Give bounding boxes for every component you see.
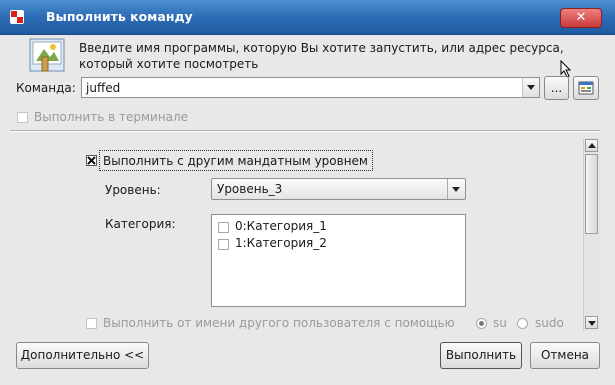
level-label: Уровень: (105, 183, 161, 197)
more-button[interactable]: Дополнительно << (16, 342, 149, 369)
sudo-radio[interactable] (517, 318, 528, 329)
category-label: Категория: (105, 217, 176, 231)
divider (10, 130, 600, 132)
level-dropdown-arrow[interactable] (447, 179, 465, 199)
category-checkbox[interactable] (218, 239, 229, 250)
run-command-icon (10, 10, 24, 24)
command-label: Команда: (16, 81, 76, 95)
category-checkbox[interactable] (218, 222, 229, 233)
chevron-down-icon (588, 321, 596, 326)
chevron-down-icon (452, 187, 460, 192)
command-combobox[interactable]: juffed (81, 77, 540, 98)
chevron-up-icon (588, 143, 596, 148)
title-bar: Выполнить команду ✕ (0, 0, 615, 35)
mandatory-checkbox[interactable] (86, 155, 97, 166)
category-item-label[interactable]: 1:Категория_2 (235, 236, 327, 250)
scroll-down-button[interactable] (585, 316, 598, 329)
run-program-icon (29, 38, 65, 72)
close-button[interactable]: ✕ (560, 8, 602, 28)
info-text: Введите имя программы, которую Вы хотите… (79, 41, 564, 71)
sudo-label: sudo (535, 316, 564, 330)
browse-button[interactable]: ... (544, 76, 569, 100)
scroll-up-button[interactable] (585, 139, 598, 152)
window-title: Выполнить команду (46, 9, 193, 24)
level-value: Уровень_3 (217, 182, 283, 196)
scroll-thumb[interactable] (585, 154, 598, 234)
command-value: juffed (86, 81, 121, 95)
terminal-label: Выполнить в терминале (34, 110, 189, 124)
command-dropdown-arrow[interactable] (522, 78, 539, 97)
chevron-down-icon (527, 85, 535, 90)
checkmark-icon (87, 156, 96, 165)
terminal-checkbox[interactable] (17, 112, 28, 123)
category-item-label[interactable]: 0:Категория_1 (235, 219, 327, 233)
other-user-label: Выполнить от имени другого пользователя … (103, 316, 455, 330)
other-user-checkbox[interactable] (86, 318, 97, 329)
resource-browser-button[interactable] (573, 76, 599, 100)
window-list-icon (578, 81, 594, 95)
run-button[interactable]: Выполнить (440, 342, 522, 369)
level-select[interactable]: Уровень_3 (211, 178, 466, 200)
mandatory-label[interactable]: Выполнить с другим мандатным уровнем (103, 154, 368, 168)
vertical-scrollbar[interactable] (583, 138, 600, 331)
su-label: su (493, 316, 507, 330)
su-radio[interactable] (476, 318, 487, 329)
cancel-button[interactable]: Отмена (530, 342, 600, 369)
category-list[interactable]: 0:Категория_1 1:Категория_2 (211, 214, 466, 307)
